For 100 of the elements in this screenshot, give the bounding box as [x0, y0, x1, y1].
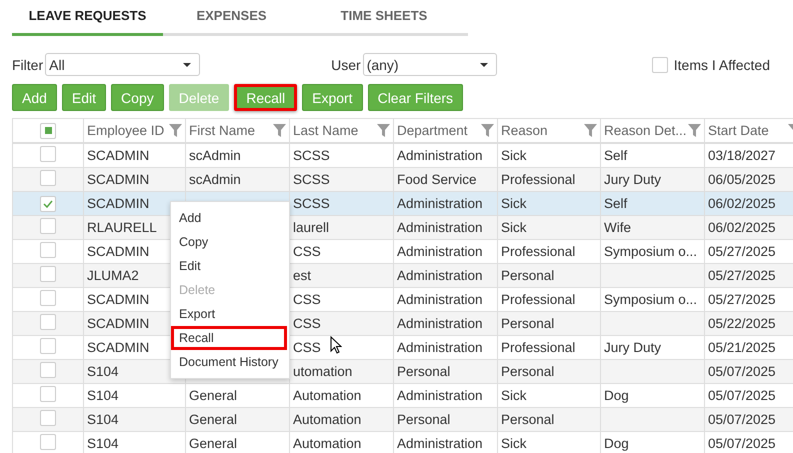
filter-icon[interactable]: [481, 124, 494, 137]
row-checkbox[interactable]: [40, 170, 56, 186]
table-cell: SCADMIN: [87, 196, 150, 211]
check-icon: [43, 200, 53, 208]
column-header[interactable]: Reason Det...: [600, 118, 704, 143]
table-cell: SCSS: [293, 196, 330, 211]
table-cell: 05/07/2025: [708, 364, 776, 379]
table-cell: 05/07/2025: [708, 388, 776, 403]
menu-item[interactable]: Export: [171, 302, 289, 326]
menu-item[interactable]: Add: [171, 206, 289, 230]
table-cell: SCSS: [293, 172, 330, 187]
table-cell: laurell: [293, 220, 330, 235]
table-cell: Dog: [604, 436, 629, 451]
table-cell: est: [293, 268, 312, 283]
row-checkbox[interactable]: [40, 386, 56, 402]
table-cell: Administration: [397, 148, 483, 163]
table-cell: Administration: [397, 340, 483, 355]
filter-icon[interactable]: [584, 124, 597, 137]
tab[interactable]: LEAVE REQUESTS: [12, 0, 163, 36]
menu-item[interactable]: Document History: [171, 350, 289, 374]
table-cell: Personal: [501, 268, 554, 283]
table-cell: Professional: [501, 292, 576, 307]
caret-icon: [480, 62, 488, 66]
table-cell: Symposium o...: [604, 292, 698, 307]
tab[interactable]: EXPENSES: [163, 0, 300, 33]
table-cell: 05/27/2025: [708, 244, 776, 259]
table-cell: 05/07/2025: [708, 412, 776, 427]
table-cell: Wife: [604, 220, 631, 235]
table-cell: SCADMIN: [87, 244, 150, 259]
row-checkbox[interactable]: [40, 146, 56, 162]
table-cell: Jury Duty: [604, 172, 662, 187]
row-checkbox[interactable]: [40, 434, 56, 450]
row-checkbox[interactable]: [40, 338, 56, 354]
table-cell: Personal: [501, 364, 554, 379]
column-header[interactable]: Employee ID: [84, 118, 186, 143]
filter-icon[interactable]: [688, 124, 701, 137]
table-cell: SCADMIN: [87, 172, 150, 187]
table-cell: Professional: [501, 244, 576, 259]
table-cell: General: [189, 388, 238, 403]
table-cell: Personal: [397, 364, 450, 379]
table-cell: utomation: [293, 364, 352, 379]
table-cell: SCADMIN: [87, 148, 150, 163]
table-cell: CSS: [293, 340, 321, 355]
row-checkbox[interactable]: [40, 314, 56, 330]
table-cell: Professional: [501, 340, 576, 355]
table-cell: Sick: [501, 148, 527, 163]
table-cell: RLAURELL: [87, 220, 157, 235]
row-checkbox[interactable]: [40, 218, 56, 234]
table-cell: S104: [87, 364, 119, 379]
filter-icon[interactable]: [273, 124, 286, 137]
column-header[interactable]: Start Date: [704, 118, 793, 143]
select-all-checkbox[interactable]: [40, 122, 56, 139]
checkbox-label: Items I Affected: [674, 56, 770, 72]
filter-dropdown[interactable]: All: [45, 53, 200, 76]
row-checkbox[interactable]: [40, 362, 56, 378]
user-dropdown[interactable]: (any): [362, 53, 497, 76]
column-header[interactable]: Reason: [498, 118, 600, 143]
filter-label: Filter: [12, 56, 44, 72]
table-cell: Administration: [397, 220, 483, 235]
table-cell: scAdmin: [189, 172, 241, 187]
column-header[interactable]: First Name: [186, 118, 290, 143]
table-cell: Sick: [501, 196, 527, 211]
table-cell: Automation: [293, 388, 362, 403]
table-cell: 03/18/2027: [708, 148, 776, 163]
filter-icon[interactable]: [169, 124, 182, 137]
menu-item[interactable]: Edit: [171, 254, 289, 278]
table-cell: scAdmin: [189, 148, 241, 163]
row-checkbox[interactable]: [40, 410, 56, 426]
table-cell: Sick: [501, 436, 527, 451]
user-label: User: [331, 56, 361, 72]
table-cell: 06/02/2025: [708, 196, 776, 211]
caret-icon: [183, 62, 192, 66]
row-checkbox[interactable]: [40, 196, 56, 212]
checkbox[interactable]: [652, 56, 668, 72]
table-cell: CSS: [293, 316, 321, 331]
table-cell: General: [189, 412, 238, 427]
table-cell: JLUMA2: [87, 268, 139, 283]
row-checkbox[interactable]: [40, 242, 56, 258]
menu-item[interactable]: Copy: [171, 230, 289, 254]
table-cell: Self: [604, 148, 628, 163]
table-cell: CSS: [293, 292, 321, 307]
tab[interactable]: TIME SHEETS: [300, 0, 468, 33]
row-checkbox[interactable]: [40, 290, 56, 306]
table-cell: Administration: [397, 292, 483, 307]
column-header[interactable]: Department: [394, 118, 498, 143]
table-cell: Self: [604, 196, 628, 211]
table-cell: Administration: [397, 196, 483, 211]
table-cell: Professional: [501, 172, 576, 187]
table-cell: SCADMIN: [87, 316, 150, 331]
table-cell: Jury Duty: [604, 340, 662, 355]
menu-item[interactable]: Recall: [171, 326, 287, 350]
table-cell: Automation: [293, 412, 362, 427]
table-cell: 05/22/2025: [708, 316, 776, 331]
table-cell: Sick: [501, 388, 527, 403]
table-cell: General: [189, 436, 238, 451]
column-header[interactable]: Last Name: [290, 118, 394, 143]
filter-icon[interactable]: [377, 124, 390, 137]
table-cell: Administration: [397, 388, 483, 403]
table-cell: 05/27/2025: [708, 268, 776, 283]
row-checkbox[interactable]: [40, 266, 56, 282]
